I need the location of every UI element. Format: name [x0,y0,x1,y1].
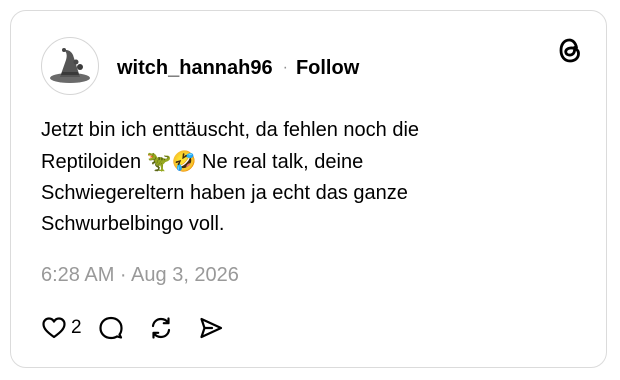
post-text-line: Schwurbelbingo voll. [41,213,225,235]
username-link[interactable]: witch_hannah96 [117,57,273,80]
comment-icon [98,316,123,340]
laughing-emoji: 🤣 [171,149,197,173]
heart-icon [42,317,66,339]
like-button[interactable]: 2 [41,315,82,341]
post-text-line: Ne real talk, deine [196,151,364,173]
witch-hat-avatar-icon [50,48,90,83]
avatar[interactable] [41,37,99,95]
repost-icon [151,317,170,339]
post-text: Jetzt bin ich enttäuscht, da fehlen noch… [41,115,511,240]
post-text-line: Jetzt bin ich enttäuscht, da fehlen noch… [41,119,420,141]
reply-button[interactable] [98,315,124,341]
post-text-line: Reptiloiden [41,151,142,173]
send-icon [199,317,222,339]
post-card: witch_hannah96 · Follow Jetzt bin ich en… [10,10,607,368]
post-text-line: Schwiegereltern haben ja echt das ganze [41,182,408,204]
action-bar: 2 [41,313,224,343]
like-count: 2 [71,317,82,338]
threads-logo-icon[interactable] [557,35,583,65]
separator-dot: · [282,59,288,76]
post-timestamp: 6:28 AM · Aug 3, 2026 [41,264,239,286]
follow-button[interactable]: Follow [296,57,359,80]
post-header: witch_hannah96 · Follow [117,55,359,81]
share-button[interactable] [198,315,224,341]
repost-button[interactable] [148,315,174,341]
dinosaur-emoji: 🦖 [146,149,172,173]
